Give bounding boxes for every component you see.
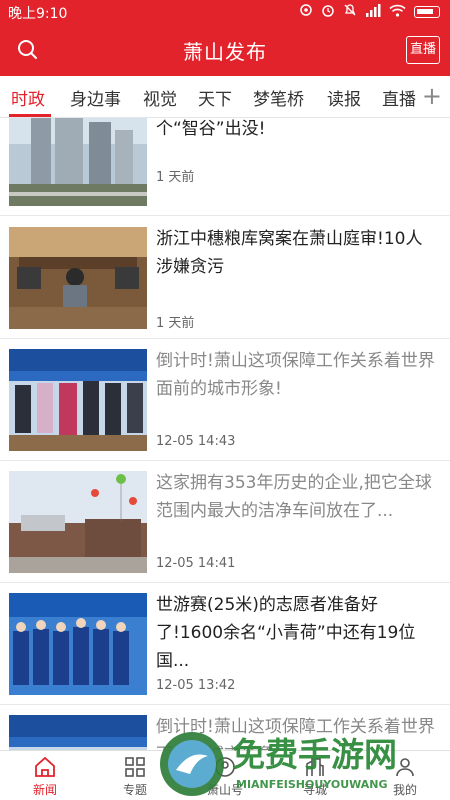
news-title: 倒计时!萧山这项保障工作关系着世界面前的城市形象! xyxy=(156,717,435,750)
news-title: 世游赛(25米)的志愿者准备好了!1600余名“小青荷”中还有19位国... xyxy=(156,595,416,671)
app-screen: 晚上9:10 萧山发布 直播 时政 身边事 视觉 天下 梦笔桥 读报 直播 + … xyxy=(0,0,450,800)
nav-label: 专题 xyxy=(122,783,147,797)
account-icon xyxy=(215,757,235,777)
app-header: 晚上9:10 萧山发布 直播 xyxy=(0,0,450,76)
tab-world[interactable]: 天下 xyxy=(198,85,232,110)
tab-politics[interactable]: 时政 xyxy=(11,85,45,110)
nav-label: 我的 xyxy=(392,783,417,797)
nav-city[interactable]: 寻城 xyxy=(270,755,360,798)
nav-bar: 萧山发布 直播 xyxy=(0,24,450,76)
news-title: 这家拥有353年历史的企业,把它全球范围内最大的洁净车间放在了... xyxy=(156,473,432,521)
nav-topics[interactable]: 专题 xyxy=(90,755,180,798)
active-tab-indicator xyxy=(9,114,51,117)
status-time: 晚上9:10 xyxy=(8,6,68,22)
news-time: 12-05 13:42 xyxy=(156,678,236,693)
nav-label: 寻城 xyxy=(302,783,327,797)
news-title: 大动作!数字经济独角兽将在萧山这个“智谷”出没! xyxy=(156,119,266,139)
news-title: 倒计时!萧山这项保障工作关系着世界面前的城市形象! xyxy=(156,351,435,399)
bottom-nav: 新闻 专题 萧山号 寻城 我的 xyxy=(0,750,450,800)
live-button[interactable]: 直播 xyxy=(406,36,440,64)
news-thumbnail xyxy=(9,118,147,206)
news-item[interactable]: 浙江中穗粮库窝案在萧山庭审!10人涉嫌贪污 1 天前 xyxy=(0,217,450,339)
tab-visual[interactable]: 视觉 xyxy=(143,85,177,110)
news-item[interactable]: 世游赛(25米)的志愿者准备好了!1600余名“小青荷”中还有19位国... 1… xyxy=(0,583,450,705)
tab-track: 时政 身边事 视觉 天下 梦笔桥 读报 直播 xyxy=(0,76,416,118)
tab-live[interactable]: 直播 xyxy=(382,85,416,110)
news-title: 浙江中穗粮库窝案在萧山庭审!10人涉嫌贪污 xyxy=(156,229,423,277)
mute-icon xyxy=(343,3,357,21)
nav-label: 新闻 xyxy=(32,783,57,797)
nav-xiaoshan-account[interactable]: 萧山号 xyxy=(180,755,270,798)
add-channel-icon[interactable]: + xyxy=(422,82,442,110)
news-time: 1 天前 xyxy=(156,170,195,185)
news-thumbnail xyxy=(9,593,147,695)
tab-mengbiqiao[interactable]: 梦笔桥 xyxy=(253,85,304,110)
news-item[interactable]: 大动作!数字经济独角兽将在萧山这个“智谷”出没! 1 天前 xyxy=(0,118,450,216)
news-time: 12-05 14:43 xyxy=(156,434,236,449)
news-thumbnail xyxy=(9,227,147,329)
tab-newspaper[interactable]: 读报 xyxy=(327,85,361,110)
alarm-icon xyxy=(321,3,335,21)
status-icons xyxy=(299,3,440,21)
news-feed[interactable]: 大动作!数字经济独角兽将在萧山这个“智谷”出没! 1 天前 浙江中穗粮库窝案在萧… xyxy=(0,118,450,750)
nav-label: 萧山号 xyxy=(206,783,243,797)
tab-local[interactable]: 身边事 xyxy=(70,85,121,110)
status-bar: 晚上9:10 xyxy=(0,0,450,24)
news-thumbnail xyxy=(9,715,147,750)
news-item[interactable]: 倒计时!萧山这项保障工作关系着世界面前的城市形象! xyxy=(0,705,450,750)
grid-icon xyxy=(125,757,145,777)
signal-icon xyxy=(365,3,381,21)
news-item[interactable]: 倒计时!萧山这项保障工作关系着世界面前的城市形象! 12-05 14:43 xyxy=(0,339,450,461)
nav-mine[interactable]: 我的 xyxy=(360,755,450,798)
location-icon xyxy=(299,3,313,21)
news-thumbnail xyxy=(9,471,147,573)
user-icon xyxy=(396,758,414,777)
app-title: 萧山发布 xyxy=(183,40,267,64)
nav-news[interactable]: 新闻 xyxy=(0,755,90,798)
battery-icon xyxy=(414,6,440,18)
city-icon xyxy=(306,758,324,776)
news-time: 1 天前 xyxy=(156,316,195,331)
home-icon xyxy=(35,756,55,777)
news-thumbnail xyxy=(9,349,147,451)
news-time: 12-05 14:41 xyxy=(156,556,236,571)
news-item[interactable]: 这家拥有353年历史的企业,把它全球范围内最大的洁净车间放在了... 12-05… xyxy=(0,461,450,583)
channel-tabs: 时政 身边事 视觉 天下 梦笔桥 读报 直播 + xyxy=(0,76,450,118)
wifi-icon xyxy=(389,4,406,21)
